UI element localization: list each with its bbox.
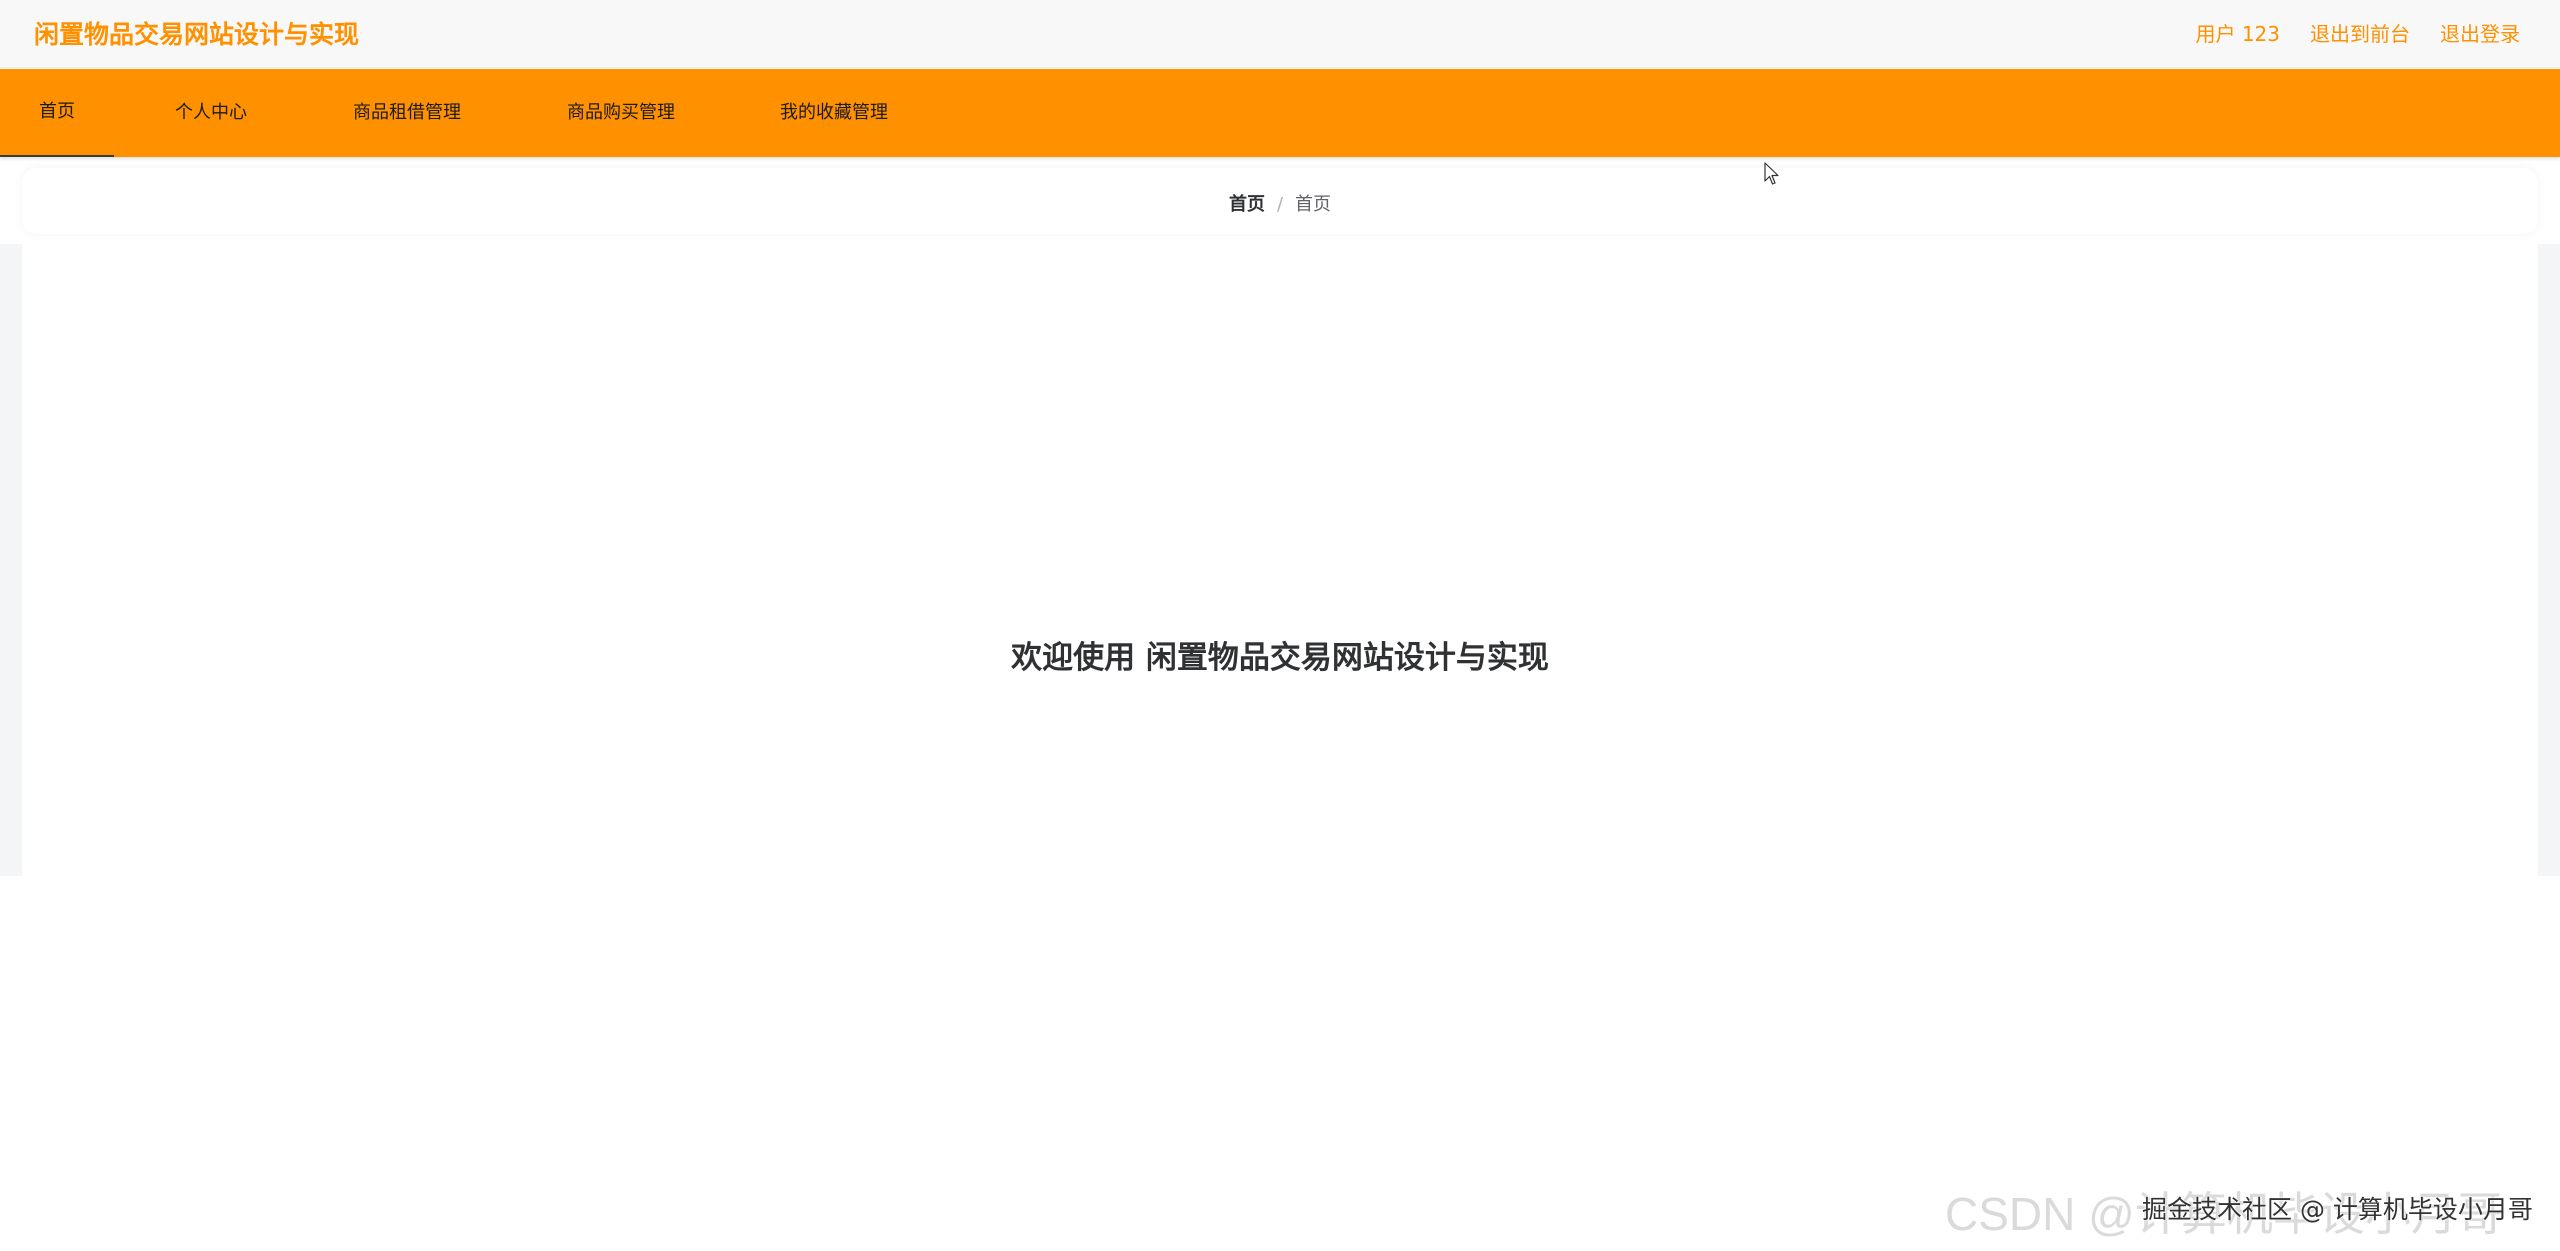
nav-item-rental-management[interactable]: 商品租借管理	[330, 69, 484, 157]
mouse-pointer-icon	[1764, 162, 1779, 185]
breadcrumb-current: 首页	[1295, 194, 1332, 215]
nav-item-home[interactable]: 首页	[0, 69, 114, 157]
breadcrumb-card: 首页 / 首页	[22, 168, 2538, 234]
header-actions: 用户 123 退出到前台 退出登录	[2195, 18, 2520, 47]
nav-item-favorites-management[interactable]: 我的收藏管理	[757, 69, 911, 157]
breadcrumb: 首页 / 首页	[22, 190, 2538, 216]
app-window: 闲置物品交易网站设计与实现 用户 123 退出到前台 退出登录 首页 个人中心 …	[0, 0, 2560, 1251]
back-to-front-link[interactable]: 退出到前台	[2310, 18, 2410, 47]
nav-item-purchase-management[interactable]: 商品购买管理	[544, 69, 698, 157]
breadcrumb-separator: /	[1276, 194, 1284, 215]
nav-item-personal-center[interactable]: 个人中心	[150, 69, 272, 157]
top-header: 闲置物品交易网站设计与实现 用户 123 退出到前台 退出登录	[0, 0, 2560, 68]
breadcrumb-home[interactable]: 首页	[1229, 194, 1265, 215]
site-title: 闲置物品交易网站设计与实现	[34, 20, 360, 49]
welcome-message: 欢迎使用 闲置物品交易网站设计与实现	[1011, 640, 1549, 676]
user-link[interactable]: 用户 123	[2195, 18, 2280, 47]
main-nav: 首页 个人中心 商品租借管理 商品购买管理 我的收藏管理	[0, 69, 2560, 157]
juejin-watermark: 掘金技术社区 @ 计算机毕设小月哥	[2142, 1195, 2533, 1224]
content-panel	[22, 244, 2538, 876]
logout-link[interactable]: 退出登录	[2440, 18, 2520, 47]
